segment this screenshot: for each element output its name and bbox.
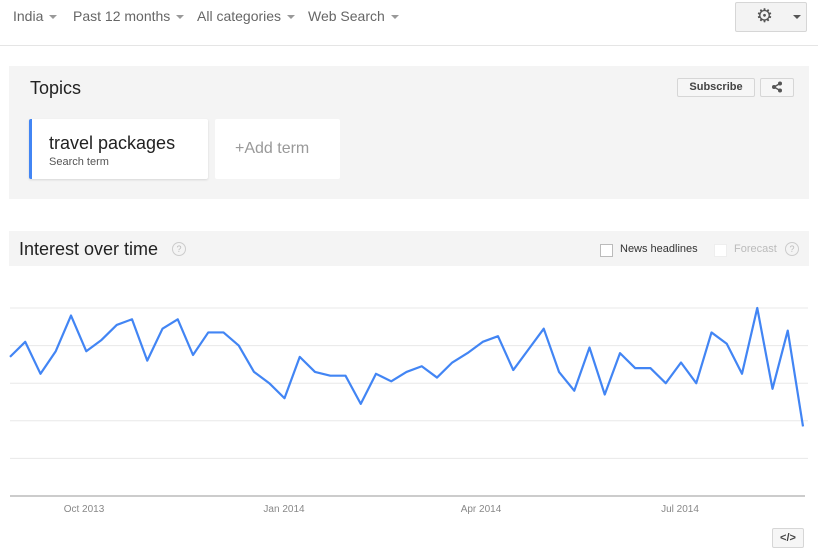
news-headlines-label: News headlines <box>620 243 698 255</box>
share-button[interactable] <box>760 78 794 97</box>
forecast-checkbox[interactable] <box>714 244 727 257</box>
topics-title: Topics <box>30 78 82 98</box>
search-term-card[interactable]: travel packages Search term <box>29 119 208 179</box>
x-tick-label: Apr 2014 <box>461 504 502 515</box>
filter-time-range[interactable]: Past 12 months <box>73 8 185 24</box>
chevron-down-icon <box>793 15 801 19</box>
filter-search-type[interactable]: Web Search <box>308 8 399 24</box>
chevron-down-icon <box>176 15 185 20</box>
add-term-button[interactable]: +Add term <box>215 119 340 179</box>
interest-over-time-title: Interest over time <box>19 239 159 259</box>
add-term-label: +Add term <box>235 140 310 157</box>
series-line-travel-packages[interactable] <box>9 306 805 427</box>
filter-category[interactable]: All categories <box>197 8 296 24</box>
settings-button[interactable]: ⚙ <box>735 2 807 32</box>
chevron-down-icon <box>287 15 296 20</box>
news-headlines-checkbox[interactable] <box>600 244 613 257</box>
x-tick-label: Jan 2014 <box>263 504 305 515</box>
forecast-label: Forecast <box>734 243 777 255</box>
filter-search-type-label: Web Search <box>308 8 385 24</box>
interest-chart: Oct 2013 Jan 2014 Apr 2014 Jul 2014 <box>9 306 808 515</box>
top-filter-bar: India Past 12 months All categories Web … <box>0 0 818 46</box>
chevron-down-icon <box>49 15 58 20</box>
help-icon[interactable]: ? <box>172 242 186 256</box>
filter-category-label: All categories <box>197 8 282 24</box>
search-term-name: travel packages <box>49 133 176 153</box>
search-term-type: Search term <box>49 156 109 168</box>
forecast-help-icon[interactable]: ? <box>785 242 799 256</box>
interest-over-time-header: Interest over time ? News headlines Fore… <box>9 231 809 266</box>
x-tick-label: Oct 2013 <box>64 504 105 515</box>
chart-x-tick-labels: Oct 2013 Jan 2014 Apr 2014 Jul 2014 <box>64 504 700 515</box>
embed-button[interactable]: </> <box>772 528 804 548</box>
filter-time-range-label: Past 12 months <box>73 8 171 24</box>
filter-region[interactable]: India <box>13 8 58 24</box>
filter-region-label: India <box>13 8 44 24</box>
topics-panel: Topics Subscribe travel packages Search … <box>9 66 809 199</box>
share-icon <box>772 81 782 93</box>
chevron-down-icon <box>390 15 399 20</box>
subscribe-button[interactable]: Subscribe <box>677 78 755 97</box>
chart-gridlines <box>10 307 808 459</box>
x-tick-label: Jul 2014 <box>661 504 699 515</box>
gear-icon: ⚙ <box>756 6 774 27</box>
